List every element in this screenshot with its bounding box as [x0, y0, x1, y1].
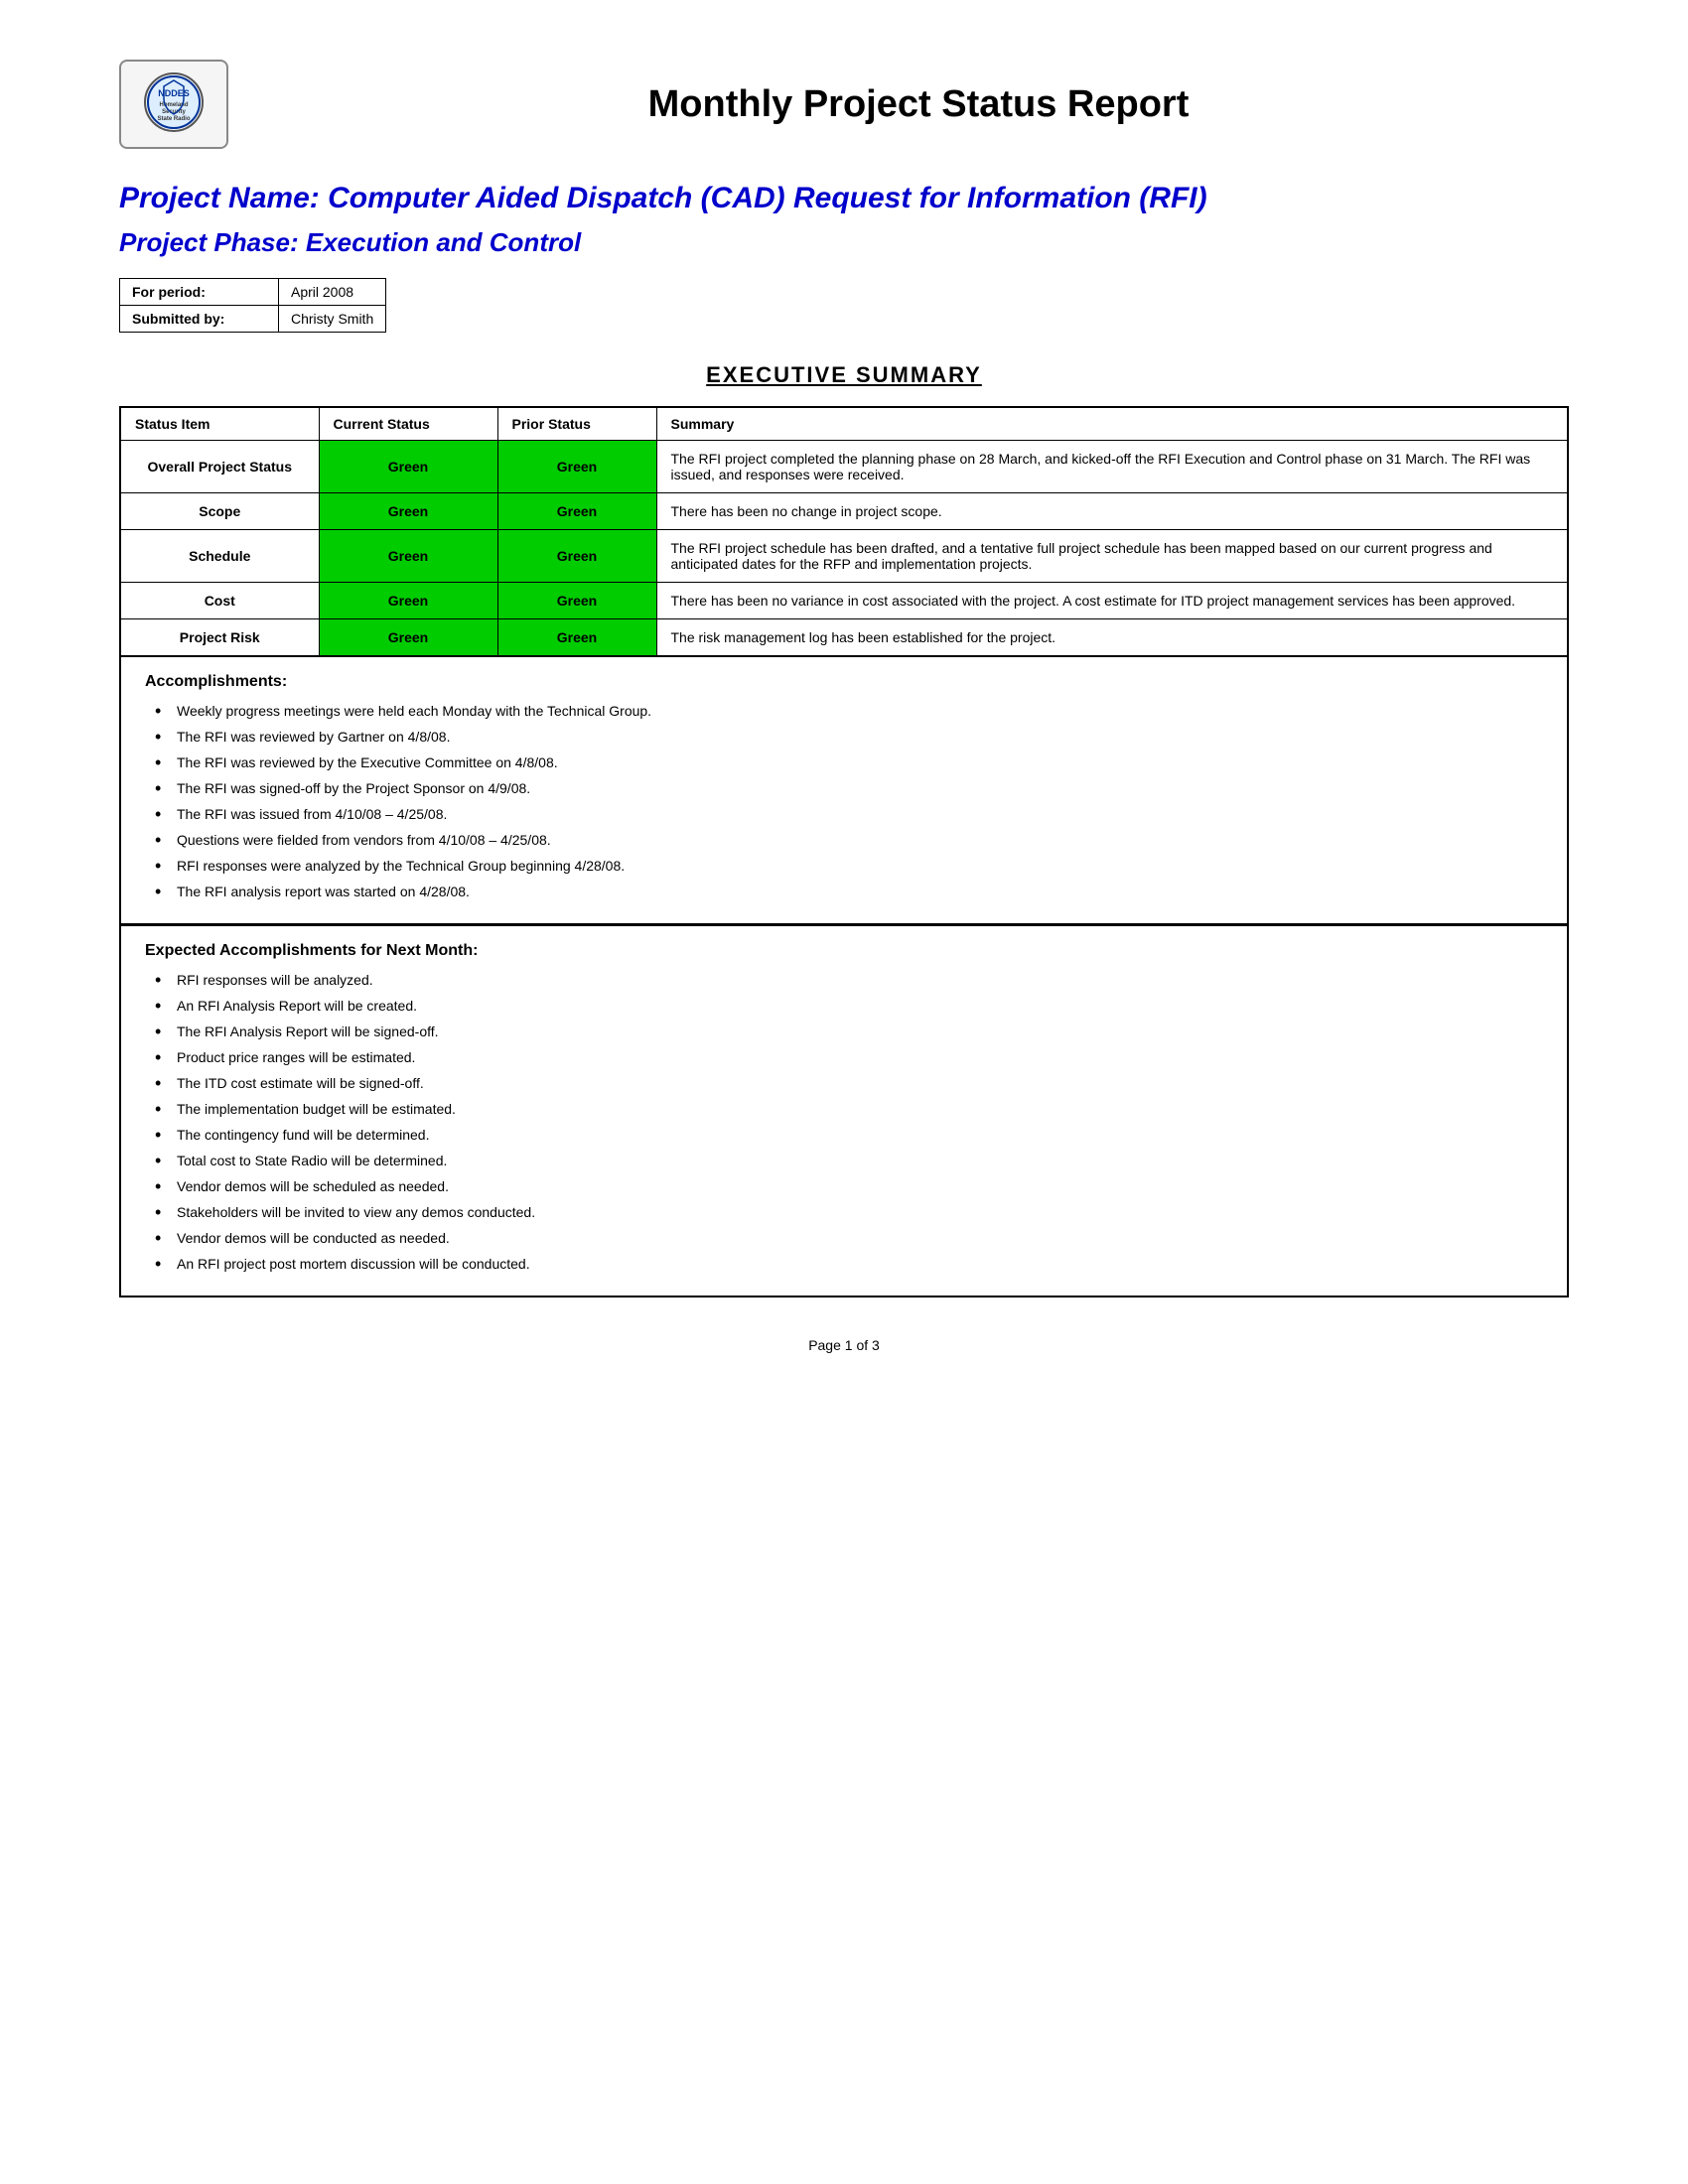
status-item-cell: Scope: [120, 493, 319, 530]
prior-status-cell: Green: [497, 441, 656, 493]
period-label: For period:: [120, 279, 279, 306]
table-row: Overall Project StatusGreenGreenThe RFI …: [120, 441, 1568, 493]
project-phase: Project Phase: Execution and Control: [119, 227, 1569, 258]
accomplishments-section: Accomplishments: Weekly progress meeting…: [119, 657, 1569, 925]
page-number: Page 1 of 3: [808, 1337, 880, 1353]
header-summary: Summary: [656, 407, 1568, 441]
prior-status-cell: Green: [497, 619, 656, 657]
summary-cell: There has been no variance in cost assoc…: [656, 583, 1568, 619]
page-header: NDDES Homeland Security State Radio Mont…: [119, 60, 1569, 149]
summary-cell: The risk management log has been establi…: [656, 619, 1568, 657]
header-status-item: Status Item: [120, 407, 319, 441]
expected-accomplishments-title: Expected Accomplishments for Next Month:: [145, 942, 1543, 960]
prior-status-cell: Green: [497, 530, 656, 583]
current-status-cell: Green: [319, 583, 497, 619]
status-item-cell: Schedule: [120, 530, 319, 583]
list-item: The RFI analysis report was started on 4…: [155, 882, 1543, 902]
table-row: CostGreenGreenThere has been no variance…: [120, 583, 1568, 619]
accomplishments-title: Accomplishments:: [145, 673, 1543, 691]
expected-accomplishments-list: RFI responses will be analyzed. An RFI An…: [145, 970, 1543, 1275]
list-item: The RFI was issued from 4/10/08 – 4/25/0…: [155, 804, 1543, 825]
list-item: The implementation budget will be estima…: [155, 1099, 1543, 1120]
summary-cell: There has been no change in project scop…: [656, 493, 1568, 530]
list-item: The RFI was reviewed by Gartner on 4/8/0…: [155, 727, 1543, 748]
page-footer: Page 1 of 3: [119, 1337, 1569, 1353]
accomplishments-list: Weekly progress meetings were held each …: [145, 701, 1543, 902]
logo: NDDES Homeland Security State Radio: [119, 60, 228, 149]
current-status-cell: Green: [319, 619, 497, 657]
list-item: Weekly progress meetings were held each …: [155, 701, 1543, 722]
current-status-cell: Green: [319, 441, 497, 493]
list-item: An RFI project post mortem discussion wi…: [155, 1254, 1543, 1275]
list-item: Total cost to State Radio will be determ…: [155, 1151, 1543, 1171]
prior-status-cell: Green: [497, 493, 656, 530]
list-item: Product price ranges will be estimated.: [155, 1047, 1543, 1068]
table-row: ScheduleGreenGreenThe RFI project schedu…: [120, 530, 1568, 583]
svg-text:NDDES: NDDES: [158, 88, 190, 98]
list-item: Vendor demos will be conducted as needed…: [155, 1228, 1543, 1249]
info-table: For period: April 2008 Submitted by: Chr…: [119, 278, 386, 333]
list-item: Stakeholders will be invited to view any…: [155, 1202, 1543, 1223]
summary-cell: The RFI project completed the planning p…: [656, 441, 1568, 493]
list-item: The contingency fund will be determined.: [155, 1125, 1543, 1146]
submitted-row: Submitted by: Christy Smith: [120, 306, 386, 333]
list-item: The RFI was reviewed by the Executive Co…: [155, 752, 1543, 773]
project-name: Project Name: Computer Aided Dispatch (C…: [119, 179, 1569, 217]
period-row: For period: April 2008: [120, 279, 386, 306]
status-item-cell: Cost: [120, 583, 319, 619]
current-status-cell: Green: [319, 493, 497, 530]
logo-circle: NDDES Homeland Security State Radio: [144, 72, 204, 132]
report-title: Monthly Project Status Report: [268, 83, 1569, 126]
status-item-cell: Project Risk: [120, 619, 319, 657]
list-item: The RFI Analysis Report will be signed-o…: [155, 1022, 1543, 1042]
expected-accomplishments-section: Expected Accomplishments for Next Month:…: [119, 925, 1569, 1297]
status-table: Status Item Current Status Prior Status …: [119, 406, 1569, 657]
table-row: Project RiskGreenGreenThe risk managemen…: [120, 619, 1568, 657]
submitted-label: Submitted by:: [120, 306, 279, 333]
list-item: The ITD cost estimate will be signed-off…: [155, 1073, 1543, 1094]
table-header-row: Status Item Current Status Prior Status …: [120, 407, 1568, 441]
list-item: RFI responses will be analyzed.: [155, 970, 1543, 991]
svg-text:State Radio: State Radio: [157, 116, 190, 122]
list-item: RFI responses were analyzed by the Techn…: [155, 856, 1543, 877]
header-prior-status: Prior Status: [497, 407, 656, 441]
report-title-container: Monthly Project Status Report: [268, 83, 1569, 126]
list-item: Questions were fielded from vendors from…: [155, 830, 1543, 851]
exec-summary-title: EXECUTIVE SUMMARY: [119, 362, 1569, 388]
header-current-status: Current Status: [319, 407, 497, 441]
submitted-value: Christy Smith: [279, 306, 386, 333]
current-status-cell: Green: [319, 530, 497, 583]
list-item: An RFI Analysis Report will be created.: [155, 996, 1543, 1017]
table-row: ScopeGreenGreenThere has been no change …: [120, 493, 1568, 530]
summary-cell: The RFI project schedule has been drafte…: [656, 530, 1568, 583]
period-value: April 2008: [279, 279, 386, 306]
list-item: Vendor demos will be scheduled as needed…: [155, 1176, 1543, 1197]
prior-status-cell: Green: [497, 583, 656, 619]
list-item: The RFI was signed-off by the Project Sp…: [155, 778, 1543, 799]
status-item-cell: Overall Project Status: [120, 441, 319, 493]
